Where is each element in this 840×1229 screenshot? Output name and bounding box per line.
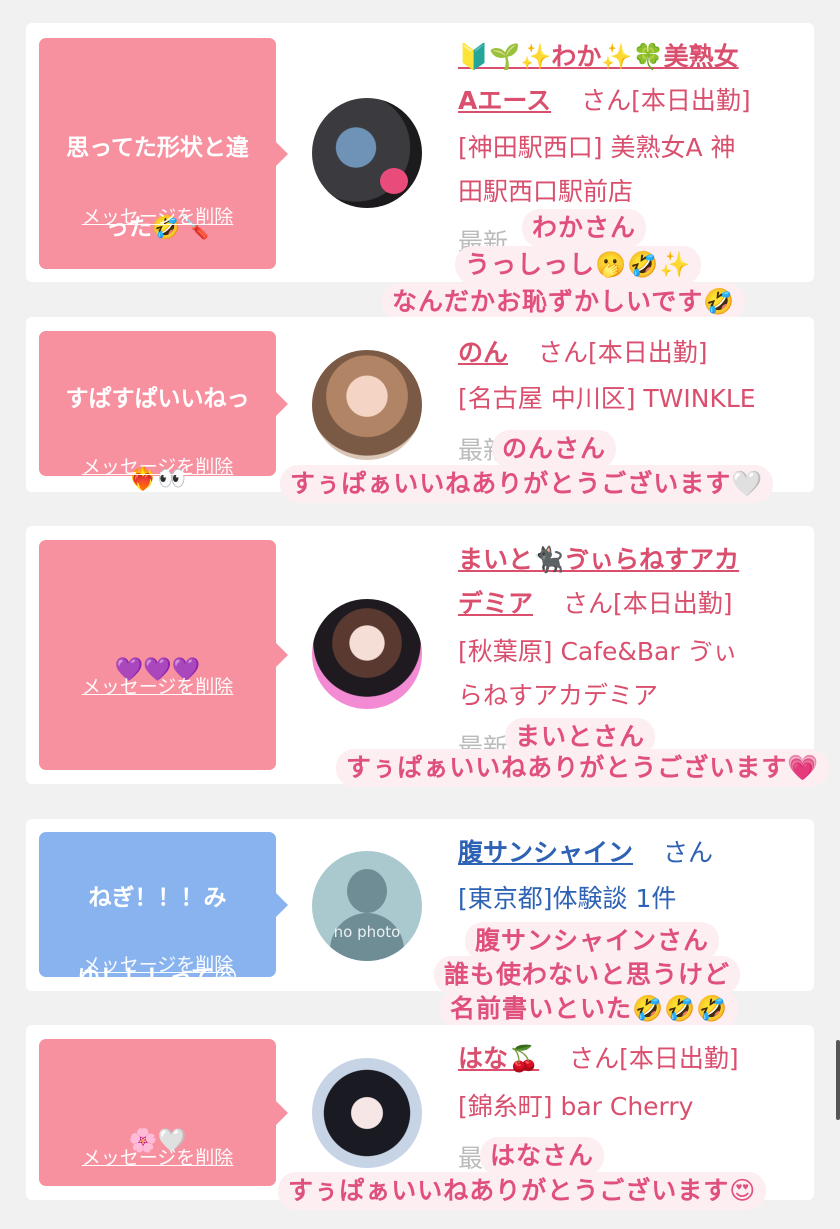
delete-message-link[interactable]: メッセージを削除 <box>39 672 276 699</box>
caption-line: なんだかお恥ずかしいです🤣 <box>382 283 746 321</box>
caption-line: はなさん <box>480 1137 605 1175</box>
message-bubble: 🌸🤍 メッセージを削除 <box>39 1039 288 1186</box>
review-count: [東京都]体験談 1件 <box>458 884 677 913</box>
caption-line: 腹サンシャインさん <box>465 922 720 960</box>
shop-info: [錦糸町] bar Cherry <box>458 1092 694 1121</box>
profile-name-link-continued[interactable]: Aエース <box>458 86 551 115</box>
caption-line: うっしっし🫢🤣✨ <box>455 246 702 284</box>
caption-line: わかさん <box>522 209 647 247</box>
caption-line: 名前書いといた🤣🤣🤣 <box>440 990 739 1028</box>
message-text: 💜💜💜 <box>49 610 266 730</box>
message-card: 💜💜💜 メッセージを削除 まいと🐈‍⬛ゔぃらねすアカ デミア さん[本日出勤] … <box>26 526 814 784</box>
avatar[interactable] <box>312 1058 422 1168</box>
honorific-status: さん[本日出勤] <box>537 338 708 367</box>
avatar[interactable] <box>312 350 422 460</box>
honorific-status: さん[本日出勤] <box>562 589 733 618</box>
caption-line: すぅぱぁいいねありがとうございます😍 <box>278 1172 767 1210</box>
message-line: 思ってた形状と違 <box>66 135 249 161</box>
message-bubble: ねぎ！！！み ゆ！！！って😆 メッセージを削除 <box>39 832 288 991</box>
delete-message-link[interactable]: メッセージを削除 <box>39 202 276 229</box>
delete-message-link[interactable]: メッセージを削除 <box>39 950 276 977</box>
honorific-status: さん[本日出勤] <box>581 86 751 115</box>
profile-name-link[interactable]: 腹サンシャイン <box>458 838 633 867</box>
shop-info: [名古屋 中川区] TWINKLE <box>458 384 756 413</box>
caption-line: のんさん <box>492 430 617 468</box>
caption-line: すぅぱぁいいねありがとうございます💗 <box>336 749 830 787</box>
message-text: すぱすぱいいねっ ❤️‍🔥👀 <box>49 339 266 539</box>
silhouette-head-icon <box>347 869 387 913</box>
message-line: すぱすぱいいねっ <box>65 386 250 412</box>
message-bubble: すぱすぱいいねっ ❤️‍🔥👀 メッセージを削除 <box>39 331 288 492</box>
message-line: ねぎ！！！み <box>88 885 227 911</box>
delete-message-link[interactable]: メッセージを削除 <box>39 1143 276 1170</box>
caption-line: 誰も使わないと思うけど <box>434 956 741 994</box>
honorific-status: さん[本日出勤] <box>569 1044 739 1073</box>
scrollbar[interactable] <box>836 1040 840 1120</box>
no-photo-text: no photo <box>333 923 401 941</box>
message-text: ねぎ！！！み ゆ！！！って😆 <box>49 838 266 1038</box>
shop-info-continued: 田駅西口駅前店 <box>458 177 634 206</box>
avatar[interactable] <box>312 599 422 709</box>
avatar-placeholder[interactable]: no photo <box>312 851 422 961</box>
avatar[interactable] <box>312 98 422 208</box>
shop-info: [秋葉原] Cafe&Bar ゔぃ <box>458 637 738 666</box>
caption-line: すぅぱぁいいねありがとうございます🤍 <box>280 465 774 503</box>
profile-name-link[interactable]: まいと🐈‍⬛ゔぃらねすアカ <box>458 545 739 574</box>
profile-name-link[interactable]: のん <box>458 338 508 367</box>
avatar-highlight <box>380 168 408 194</box>
message-bubble: 思ってた形状と違 った🤣🪛 メッセージを削除 <box>39 38 288 269</box>
message-card: 思ってた形状と違 った🤣🪛 メッセージを削除 🔰🌱✨わか✨🍀美熟女 Aエース さ… <box>26 23 814 282</box>
shop-info: [神田駅西口] 美熟女A 神 <box>458 133 736 162</box>
shop-info-continued: らねすアカデミア <box>458 681 659 710</box>
message-bubble: 💜💜💜 メッセージを削除 <box>39 540 288 770</box>
message-text: 🌸🤍 <box>49 1081 266 1201</box>
delete-message-link[interactable]: メッセージを削除 <box>39 452 276 479</box>
honorific-status: さん <box>662 838 713 867</box>
profile-name-link[interactable]: はな🍒 <box>458 1044 539 1073</box>
profile-name-link-continued[interactable]: デミア <box>458 589 533 618</box>
message-text: 思ってた形状と違 った🤣🪛 <box>49 88 266 288</box>
profile-name-link[interactable]: 🔰🌱✨わか✨🍀美熟女 <box>458 42 739 71</box>
